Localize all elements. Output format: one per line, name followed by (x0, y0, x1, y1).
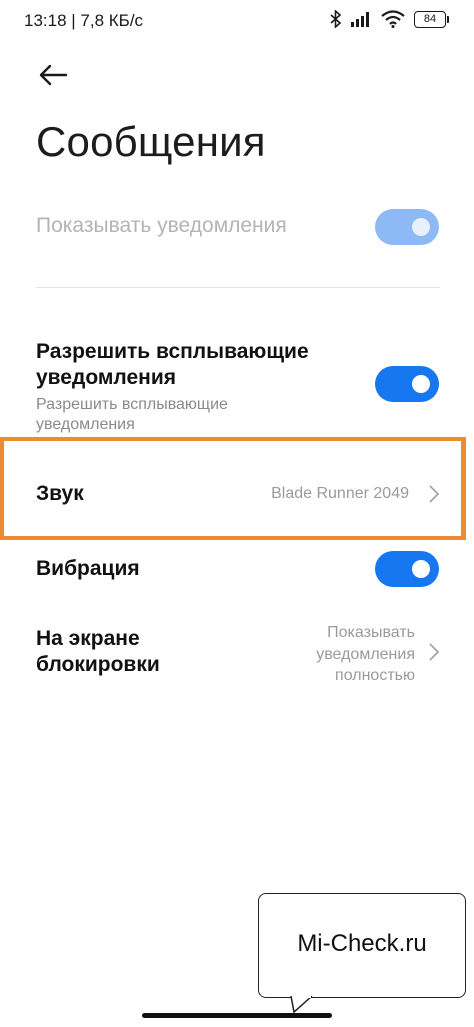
divider (36, 287, 440, 288)
toggle-knob (412, 375, 430, 393)
popup-notifications-title-line2: уведомления (36, 366, 176, 389)
wifi-icon (381, 10, 405, 28)
bluetooth-icon (330, 10, 342, 28)
popup-notifications-title-line1: Разрешить всплывающие (36, 340, 309, 363)
highlight-frame (0, 437, 466, 540)
page-title: Сообщения (36, 118, 266, 165)
signal-icon (351, 12, 369, 27)
toggle-knob (412, 560, 430, 578)
show-notifications-label: Показывать уведомления (36, 214, 287, 237)
chevron-right-icon (429, 643, 440, 661)
navigation-pill[interactable] (142, 1013, 332, 1018)
status-time-speed: 13:18 | 7,8 КБ/с (24, 11, 144, 30)
popup-notifications-subtitle-line1: Разрешить всплывающие (36, 396, 228, 413)
back-button[interactable] (30, 55, 76, 95)
lock-screen-label-line1: На экране (36, 627, 140, 650)
status-icons: 84 (330, 10, 449, 28)
lock-screen-label-line2: блокировки (36, 653, 160, 676)
watermark-bubble: Mi-Check.ru (258, 893, 466, 998)
vibration-toggle[interactable] (375, 551, 439, 587)
toggle-knob (412, 218, 430, 236)
lock-screen-value-line3: полностью (335, 667, 415, 684)
show-notifications-toggle[interactable] (375, 209, 439, 245)
popup-notifications-subtitle-line2: уведомления (36, 416, 135, 433)
arrow-left-icon (39, 64, 68, 86)
watermark-text: Mi-Check.ru (297, 930, 427, 957)
vibration-label: Вибрация (36, 557, 140, 580)
battery-icon: 84 (414, 10, 449, 28)
popup-notifications-toggle[interactable] (375, 366, 439, 402)
status-bar: 13:18 | 7,8 КБ/с 84 (0, 0, 474, 44)
